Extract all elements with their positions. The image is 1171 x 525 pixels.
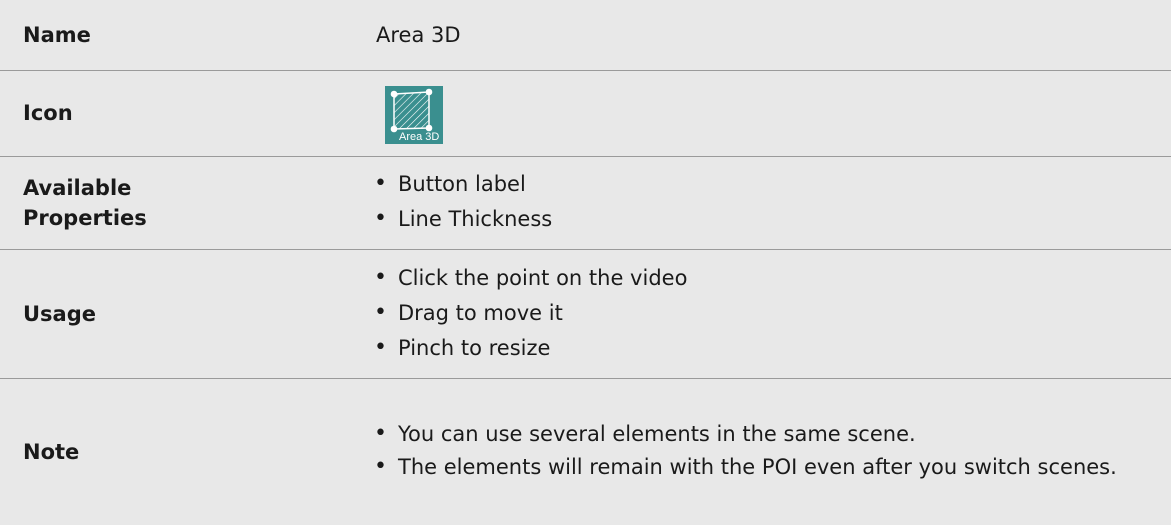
list-item: The elements will remain with the POI ev… (355, 453, 1171, 481)
list-item: Pinch to resize (355, 334, 1171, 362)
available-properties-label-line1: Available (23, 175, 132, 200)
name-value-cell: Area 3D (355, 0, 1171, 70)
icon-value-cell: Area 3D (355, 70, 1171, 156)
list-item: You can use several elements in the same… (355, 420, 1171, 448)
properties-table: Name Area 3D Icon Area 3D Available Prop… (0, 0, 1171, 525)
row-note: Note You can use several elements in the… (0, 378, 1171, 525)
icon-wrapper: Area 3D (355, 82, 1171, 144)
list-item: Line Thickness (355, 205, 1171, 233)
usage-label: Usage (0, 249, 355, 378)
usage-list: Click the point on the video Drag to mov… (355, 264, 1171, 362)
row-icon: Icon Area 3D (0, 70, 1171, 156)
usage-value-cell: Click the point on the video Drag to mov… (355, 249, 1171, 378)
area-3d-icon: Area 3D (385, 86, 443, 144)
available-properties-label-line2: Properties (23, 205, 147, 230)
icon-label: Icon (0, 70, 355, 156)
list-item: Button label (355, 170, 1171, 198)
icon-caption: Area 3D (399, 131, 439, 143)
row-usage: Usage Click the point on the video Drag … (0, 249, 1171, 378)
row-available-properties: Available Properties Button label Line T… (0, 156, 1171, 249)
available-properties-value-cell: Button label Line Thickness (355, 156, 1171, 249)
note-label: Note (0, 378, 355, 525)
note-value-cell: You can use several elements in the same… (355, 378, 1171, 525)
list-item: Drag to move it (355, 299, 1171, 327)
note-list: You can use several elements in the same… (355, 420, 1171, 481)
row-name: Name Area 3D (0, 0, 1171, 70)
name-label: Name (0, 0, 355, 70)
name-value: Area 3D (376, 22, 461, 47)
available-properties-list: Button label Line Thickness (355, 170, 1171, 233)
list-item: Click the point on the video (355, 264, 1171, 292)
available-properties-label: Available Properties (0, 156, 355, 249)
